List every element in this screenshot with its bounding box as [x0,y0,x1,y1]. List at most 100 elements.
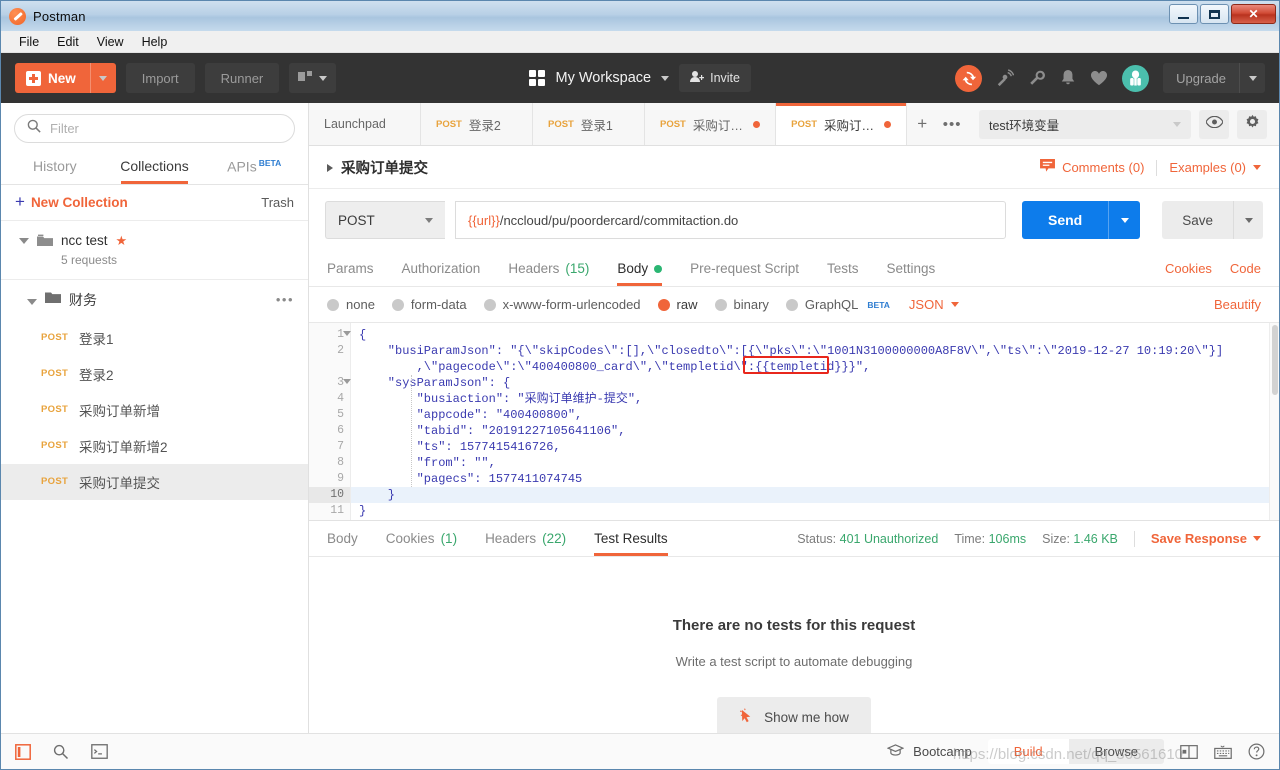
request-item-0[interactable]: POST 登录1 [1,320,308,356]
runner-button[interactable]: Runner [204,63,280,93]
tab-pre-request-script[interactable]: Pre-request Script [690,251,799,286]
request-item-4-selected[interactable]: POST 采购订单提交 [1,463,308,500]
minimize-button[interactable] [1169,4,1198,24]
tab-denglu1[interactable]: POST 登录1 [533,103,645,145]
tab-caigou-3[interactable]: POST 采购订单... [645,103,777,145]
save-button[interactable]: Save [1162,201,1233,239]
console-icon[interactable] [91,744,108,759]
request-item-3[interactable]: POST 采购订单新增2 [1,428,308,464]
chevron-down-icon[interactable] [27,299,37,306]
environment-quick-look-button[interactable] [1199,109,1229,139]
response-tab-test-results[interactable]: Test Results [594,521,668,556]
satellite-icon[interactable] [996,69,1015,87]
sidebar-tab-history[interactable]: History [5,152,105,184]
user-avatar-icon[interactable] [1122,64,1150,92]
sync-icon[interactable] [955,64,983,92]
body-type-binary[interactable]: binary [714,297,769,312]
filter-input[interactable] [50,121,282,136]
menu-file[interactable]: File [11,33,47,51]
tabs-more-button[interactable]: ••• [937,103,967,145]
body-type-urlencoded[interactable]: x-www-form-urlencoded [483,297,641,312]
menu-edit[interactable]: Edit [49,33,87,51]
editor-code-area[interactable]: { "busiParamJson": "{\"skipCodes\":[],\"… [351,323,1279,520]
bootcamp-button[interactable]: Bootcamp [886,743,972,760]
send-options-button[interactable] [1108,201,1141,239]
new-button[interactable]: New [15,63,116,93]
request-item-2[interactable]: POST 采购订单新增 [1,392,308,428]
star-icon[interactable]: ★ [116,233,128,249]
tab-launchpad[interactable]: Launchpad [309,103,421,145]
chevron-down-icon[interactable] [661,75,670,81]
save-options-button[interactable] [1233,201,1263,239]
sidebar-toggle-icon[interactable] [15,743,31,760]
response-tab-cookies[interactable]: Cookies (1) [386,521,457,556]
http-method-select[interactable]: POST [325,201,445,239]
import-button[interactable]: Import [125,63,195,93]
new-tab-button[interactable]: + [907,103,937,145]
code-link[interactable]: Code [1230,261,1261,276]
search-icon[interactable] [53,744,69,760]
environment-settings-button[interactable] [1237,109,1267,139]
radio-icon [327,298,339,311]
filter-box[interactable] [14,114,295,143]
two-pane-layout-icon[interactable] [1180,744,1198,759]
new-collection-label: New Collection [30,194,128,210]
new-dropdown-caret[interactable] [89,63,116,93]
request-item-1[interactable]: POST 登录2 [1,356,308,392]
body-type-raw[interactable]: raw [657,297,698,312]
upgrade-button[interactable]: Upgrade [1163,63,1265,93]
invite-button[interactable]: Invite [679,64,751,92]
fold-toggle-icon[interactable] [343,379,351,384]
sidebar-tab-apis[interactable]: APIs BETA [204,152,304,184]
tab-settings[interactable]: Settings [886,251,935,286]
sidebar-tab-collections[interactable]: Collections [105,152,205,184]
chevron-right-icon[interactable] [327,163,333,172]
tab-authorization[interactable]: Authorization [402,251,481,286]
keyboard-icon[interactable] [1214,745,1232,759]
url-input[interactable]: {{url}}/nccloud/pu/poordercard/commitact… [455,201,1006,239]
beautify-button[interactable]: Beautify [1214,297,1261,312]
examples-button[interactable]: Examples (0) [1169,160,1261,175]
heart-icon[interactable] [1090,70,1108,86]
bell-icon[interactable] [1060,69,1076,87]
browse-tab[interactable]: Browse [1069,739,1164,764]
build-tab[interactable]: Build [987,739,1069,764]
send-button[interactable]: Send [1021,201,1109,239]
tab-caigou-4-active[interactable]: POST 采购订单... [776,103,908,145]
response-tab-headers[interactable]: Headers (22) [485,521,566,556]
new-collection-button[interactable]: + New Collection [15,194,128,211]
save-response-button[interactable]: Save Response [1151,531,1261,546]
tab-tests[interactable]: Tests [827,251,859,286]
body-format-select[interactable]: JSON [909,297,959,312]
wrench-icon[interactable] [1028,69,1046,87]
menu-help[interactable]: Help [134,33,176,51]
response-tab-body[interactable]: Body [327,521,358,556]
editor-scrollbar[interactable] [1269,323,1279,520]
menu-view[interactable]: View [89,33,132,51]
workspace-name[interactable]: My Workspace [555,70,651,86]
trash-button[interactable]: Trash [261,195,294,210]
show-me-how-button[interactable]: Show me how [717,697,871,738]
folder-item-caiwu[interactable]: 财务 ••• [1,280,308,320]
body-type-graphql[interactable]: GraphQL BETA [785,297,890,312]
plus-icon [26,70,41,86]
body-editor[interactable]: 1 2 3 4 5 6 7 8 9 10 11 { "busiParamJson… [309,322,1279,520]
upgrade-caret[interactable] [1239,63,1265,93]
comments-button[interactable]: Comments (0) [1040,159,1144,176]
tab-denglu2[interactable]: POST 登录2 [421,103,533,145]
body-type-form-data[interactable]: form-data [391,297,467,312]
open-new-window-button[interactable] [289,63,337,93]
tab-params[interactable]: Params [327,251,374,286]
collection-item-ncc-test[interactable]: ncc test ★ 5 requests [1,221,308,280]
fold-toggle-icon[interactable] [343,331,351,336]
chevron-down-icon[interactable] [19,237,29,244]
tab-headers[interactable]: Headers (15) [508,251,589,286]
environment-selector[interactable]: test环境变量 [979,109,1191,139]
maximize-button[interactable] [1200,4,1229,24]
body-type-none[interactable]: none [327,297,375,312]
tab-body[interactable]: Body [617,251,663,286]
cookies-link[interactable]: Cookies [1165,261,1212,276]
close-button[interactable]: ✕ [1231,4,1276,24]
help-icon[interactable] [1248,743,1265,760]
more-options-icon[interactable]: ••• [276,292,294,307]
